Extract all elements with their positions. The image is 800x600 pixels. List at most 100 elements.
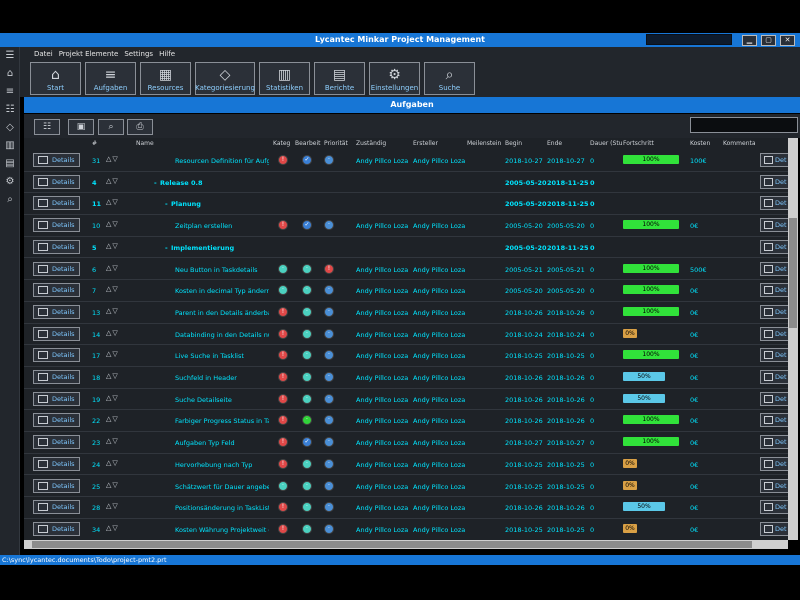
col-meilenstein[interactable]: Meilenstein bbox=[467, 140, 503, 147]
details-button[interactable]: Details bbox=[33, 174, 80, 189]
col-zustaendig[interactable]: Zuständig bbox=[356, 140, 386, 147]
details-button-right[interactable]: Det bbox=[760, 413, 788, 428]
details-button-right[interactable]: Det bbox=[760, 196, 788, 211]
col-ersteller[interactable]: Ersteller bbox=[413, 140, 438, 147]
details-button[interactable]: Details bbox=[33, 456, 80, 471]
col-bearbeitung[interactable]: Bearbeit bbox=[295, 140, 323, 147]
col-fortschritt[interactable]: Fortschritt bbox=[623, 140, 654, 147]
close-button[interactable]: ✕ bbox=[780, 35, 795, 46]
move-arrows-icon[interactable]: △▽ bbox=[106, 198, 119, 206]
details-button-right[interactable]: Det bbox=[760, 348, 788, 363]
table-row[interactable]: Details 24 △▽ Hervorhebung nach Typ! · · Andy … bbox=[24, 454, 788, 476]
details-button-right[interactable]: Det bbox=[760, 478, 788, 493]
move-arrows-icon[interactable]: △▽ bbox=[106, 307, 119, 315]
kategoriesierung-button[interactable]: ◇ Kategoriesierung bbox=[195, 62, 255, 95]
details-button[interactable]: Details bbox=[33, 196, 80, 211]
report-icon[interactable]: ▤ bbox=[0, 155, 20, 173]
details-button-right[interactable]: Det bbox=[760, 239, 788, 254]
group-expander[interactable]: - bbox=[165, 200, 168, 208]
add-task-button[interactable]: ▣ bbox=[68, 119, 94, 135]
filter-input[interactable] bbox=[690, 117, 798, 133]
details-button-right[interactable]: Det bbox=[760, 261, 788, 276]
details-button[interactable]: Details bbox=[33, 391, 80, 406]
move-arrows-icon[interactable]: △▽ bbox=[106, 220, 119, 228]
move-arrows-icon[interactable]: △▽ bbox=[106, 372, 119, 380]
hamburger-menu-icon[interactable]: ☰ bbox=[0, 47, 20, 65]
move-arrows-icon[interactable]: △▽ bbox=[106, 524, 119, 532]
details-button[interactable]: Details bbox=[33, 500, 80, 515]
table-row[interactable]: Details 23 △▽ Aufgaben Typ Feld! ✓ · Andy Pill… bbox=[24, 432, 788, 454]
table-row[interactable]: Details 31 △▽ Resourcen Definition für Aufg… bbox=[24, 150, 788, 172]
details-button[interactable]: Details bbox=[33, 413, 80, 428]
group-expander[interactable]: - bbox=[165, 244, 168, 252]
col-kosten[interactable]: Kosten bbox=[690, 140, 710, 147]
task-list-button[interactable]: ☷ bbox=[34, 119, 60, 135]
move-arrows-icon[interactable]: △▽ bbox=[106, 502, 119, 510]
move-arrows-icon[interactable]: △▽ bbox=[106, 155, 119, 163]
col-prioritaet[interactable]: Priorität bbox=[324, 140, 354, 147]
einstellungen-button[interactable]: ⚙ Einstellungen bbox=[369, 62, 420, 95]
menu-datei[interactable]: Datei bbox=[34, 50, 53, 58]
details-button[interactable]: Details bbox=[33, 218, 80, 233]
move-arrows-icon[interactable]: △▽ bbox=[106, 350, 119, 358]
details-button[interactable]: Details bbox=[33, 521, 80, 536]
details-button-right[interactable]: Det bbox=[760, 391, 788, 406]
table-row[interactable]: Details 28 △▽ Positionsänderung in TaskList… bbox=[24, 497, 788, 519]
minimize-button[interactable]: ▁ bbox=[742, 35, 757, 46]
table-row[interactable]: Details 4 △▽ - Release 0.8 2005-05-20 2018-11-… bbox=[24, 172, 788, 194]
table-row[interactable]: Details 14 △▽ Databinding in den Details nu… bbox=[24, 324, 788, 346]
table-row[interactable]: Details 10 △▽ Zeitplan erstellen! ✓ · Andy Pil… bbox=[24, 215, 788, 237]
details-button[interactable]: Details bbox=[33, 283, 80, 298]
table-row[interactable]: Details 17 △▽ Live Suche in Tasklist! · · Andy… bbox=[24, 345, 788, 367]
vertical-scroll-thumb[interactable] bbox=[789, 218, 797, 328]
details-button[interactable]: Details bbox=[33, 304, 80, 319]
table-row[interactable]: Details 25 △▽ Schätzwert für Dauer angeben ·… bbox=[24, 476, 788, 498]
tasklist-icon[interactable]: ☷ bbox=[0, 101, 20, 119]
move-arrows-icon[interactable]: △▽ bbox=[106, 264, 119, 272]
menu-projekt-elemente[interactable]: Projekt Elemente bbox=[59, 50, 119, 58]
col-kategorie[interactable]: Kateg bbox=[273, 140, 294, 147]
details-button[interactable]: Details bbox=[33, 326, 80, 341]
details-button[interactable]: Details bbox=[33, 239, 80, 254]
table-row[interactable]: Details 19 △▽ Suche Detailseite! · · Andy Pill… bbox=[24, 389, 788, 411]
details-button-right[interactable]: Det bbox=[760, 174, 788, 189]
col-begin[interactable]: Begin bbox=[505, 140, 522, 147]
move-arrows-icon[interactable]: △▽ bbox=[106, 242, 119, 250]
table-row[interactable]: Details 34 △▽ Kosten Währung Projektweit de… bbox=[24, 519, 788, 540]
details-button-right[interactable]: Det bbox=[760, 435, 788, 450]
col-id[interactable]: # bbox=[92, 140, 97, 147]
group-expander[interactable]: - bbox=[154, 179, 157, 187]
details-button-right[interactable]: Det bbox=[760, 456, 788, 471]
move-arrows-icon[interactable]: △▽ bbox=[106, 394, 119, 402]
details-button-right[interactable]: Det bbox=[760, 500, 788, 515]
horizontal-scroll-thumb[interactable] bbox=[32, 541, 752, 548]
gear-icon[interactable]: ⚙ bbox=[0, 173, 20, 191]
berichte-button[interactable]: ▤ Berichte bbox=[314, 62, 365, 95]
list-icon[interactable]: ≡ bbox=[0, 83, 20, 101]
move-arrows-icon[interactable]: △▽ bbox=[106, 481, 119, 489]
search-task-button[interactable]: ⌕ bbox=[98, 119, 124, 135]
chart-icon[interactable]: ▥ bbox=[0, 137, 20, 155]
move-arrows-icon[interactable]: △▽ bbox=[106, 459, 119, 467]
suche-button[interactable]: ⌕ Suche bbox=[424, 62, 475, 95]
menu-hilfe[interactable]: Hilfe bbox=[159, 50, 175, 58]
col-kommentar[interactable]: Kommentar bbox=[723, 140, 755, 147]
resources-button[interactable]: ▦ Resources bbox=[140, 62, 191, 95]
home-icon[interactable]: ⌂ bbox=[0, 65, 20, 83]
details-button[interactable]: Details bbox=[33, 261, 80, 276]
move-arrows-icon[interactable]: △▽ bbox=[106, 285, 119, 293]
col-ende[interactable]: Ende bbox=[547, 140, 562, 147]
move-arrows-icon[interactable]: △▽ bbox=[106, 437, 119, 445]
details-button[interactable]: Details bbox=[33, 478, 80, 493]
details-button[interactable]: Details bbox=[33, 153, 80, 167]
search-icon[interactable]: ⌕ bbox=[0, 191, 20, 209]
table-row[interactable]: Details 18 △▽ Suchfeld in Header! · · Andy Pil… bbox=[24, 367, 788, 389]
statistiken-button[interactable]: ▥ Statistiken bbox=[259, 62, 310, 95]
table-row[interactable]: Details 7 △▽ Kosten in decimal Typ ändern · ·… bbox=[24, 280, 788, 302]
table-row[interactable]: Details 6 △▽ Neu Button in Taskdetails · ·! An… bbox=[24, 259, 788, 281]
title-search-field[interactable] bbox=[646, 34, 732, 45]
horizontal-scrollbar[interactable] bbox=[24, 540, 788, 549]
details-button[interactable]: Details bbox=[33, 435, 80, 450]
details-button-right[interactable]: Det bbox=[760, 153, 788, 167]
move-arrows-icon[interactable]: △▽ bbox=[106, 415, 119, 423]
